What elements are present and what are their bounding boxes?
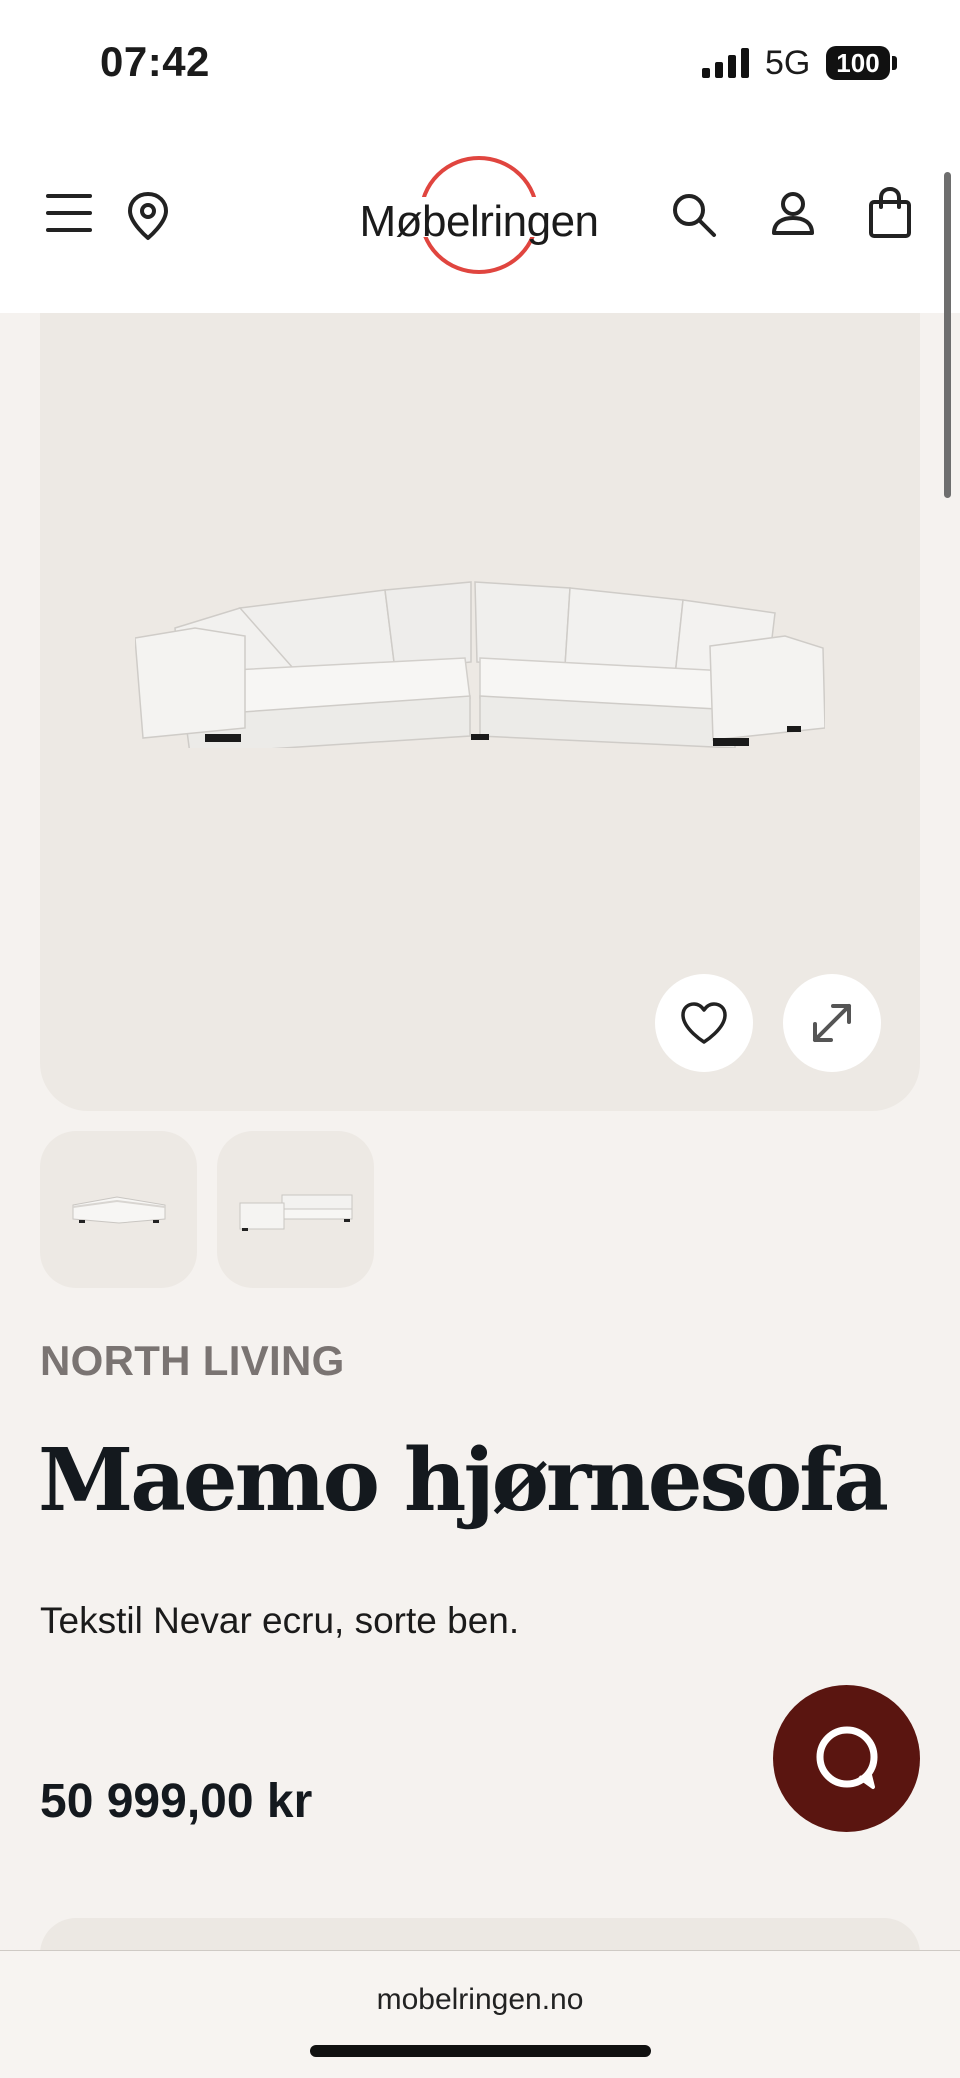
thumbnail-2[interactable] [217,1131,374,1288]
product-brand[interactable]: NORTH LIVING [40,1337,345,1385]
signal-icon [702,48,749,78]
search-icon[interactable] [670,191,718,239]
url-text[interactable]: mobelringen.no [0,1983,960,2017]
product-price: 50 999,00 kr [40,1775,313,1828]
sofa-side-thumbnail-image [239,1194,352,1231]
scrollbar[interactable] [944,172,951,498]
product-image [135,581,825,748]
home-indicator[interactable] [310,2045,651,2057]
heart-icon [681,1002,727,1044]
network-label: 5G [765,44,811,82]
expand-icon [813,1004,851,1042]
status-bar: 07:42 5G 100 [0,0,960,125]
battery-icon: 100 [826,46,890,80]
favorite-button[interactable] [655,974,753,1072]
site-header: Møbelringen [0,125,960,313]
site-logo[interactable]: Møbelringen [356,153,602,283]
thumbnail-1[interactable] [40,1131,197,1288]
chat-bubble-icon [816,1726,877,1789]
expand-image-button[interactable] [783,974,881,1072]
product-description: Tekstil Nevar ecru, sorte ben. [40,1600,520,1641]
product-image-gallery[interactable] [40,313,920,1111]
menu-icon[interactable] [46,193,92,233]
status-time: 07:42 [100,38,210,85]
battery-tip [892,56,897,70]
product-title: Maemo hjørnesofa [38,1430,889,1531]
location-pin-icon[interactable] [126,191,170,241]
logo-text: Møbelringen [359,197,599,246]
user-icon[interactable] [770,191,816,237]
chat-button[interactable] [773,1685,920,1832]
shopping-bag-icon[interactable] [868,187,912,239]
sofa-thumbnail-image [72,1195,165,1224]
browser-address-bar[interactable]: mobelringen.no [0,1950,960,2078]
